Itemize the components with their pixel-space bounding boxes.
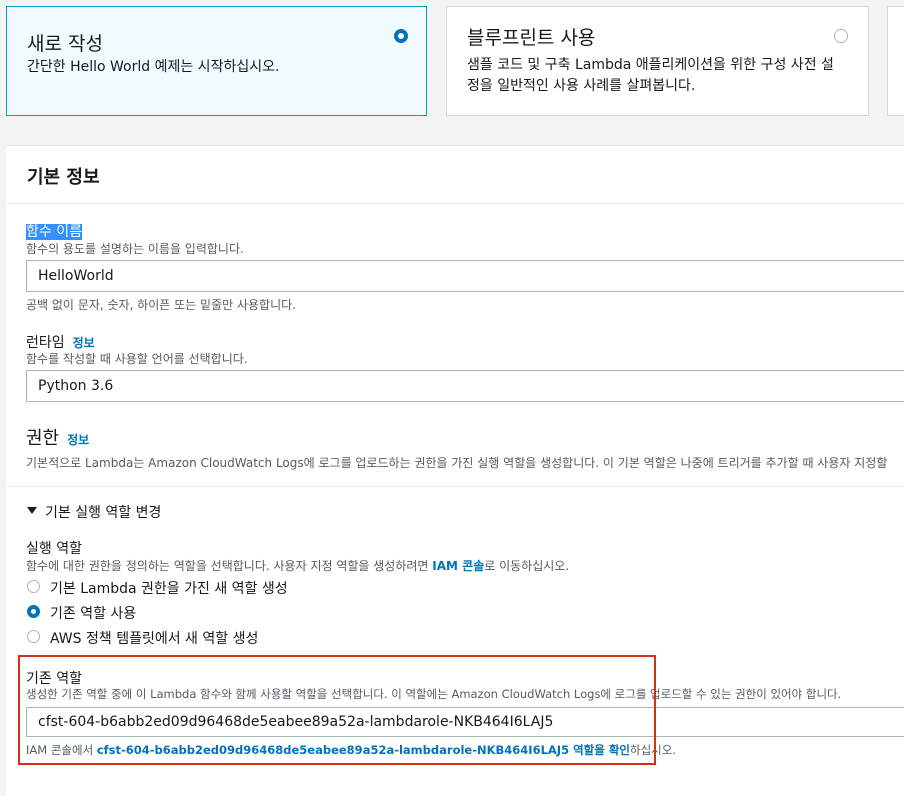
- permissions-label: 권한 정보: [26, 428, 90, 449]
- execution-role-label: 실행 역할: [26, 541, 82, 557]
- use-blueprint-desc: 샘플 코드 및 구축 Lambda 애플리케이션을 위한 구성 사전 설 정을 …: [467, 57, 834, 94]
- role-option-new-label[interactable]: 기본 Lambda 권한을 가진 새 역할 생성: [50, 578, 288, 598]
- change-default-role-toggle[interactable]: 기본 실행 역할 변경: [45, 502, 161, 522]
- expand-caret-icon[interactable]: [27, 507, 37, 514]
- function-name-desc: 함수의 용도를 설명하는 이름을 입력합니다.: [26, 242, 244, 256]
- author-from-scratch-desc: 간단한 Hello World 예제는 시작하십시오.: [27, 59, 280, 75]
- permissions-info-link[interactable]: 정보: [67, 433, 89, 447]
- iam-console-link[interactable]: IAM 콘솔: [432, 559, 484, 573]
- annotation-highlight-box: [18, 655, 656, 765]
- role-option-existing-radio[interactable]: [27, 605, 40, 618]
- role-option-new-radio[interactable]: [27, 580, 40, 593]
- use-blueprint-title: 블루프린트 사용: [467, 27, 596, 49]
- runtime-desc: 함수를 작성할 때 사용할 언어를 선택합니다.: [26, 352, 248, 366]
- section-title: 기본 정보: [27, 167, 100, 188]
- permissions-divider: [6, 486, 904, 487]
- role-option-template-radio[interactable]: [27, 630, 40, 643]
- panel-header: 기본 정보: [6, 146, 904, 204]
- execution-role-desc: 함수에 대한 권한을 정의하는 역할을 선택합니다. 사용자 지정 역할을 생성…: [26, 559, 570, 573]
- function-name-hint: 공백 없이 문자, 숫자, 하이픈 또는 밑줄만 사용합니다.: [26, 298, 296, 312]
- role-option-existing-label[interactable]: 기존 역할 사용: [50, 603, 136, 623]
- author-from-scratch-title: 새로 작성: [27, 33, 103, 55]
- runtime-select[interactable]: Python 3.6: [26, 370, 904, 402]
- author-from-scratch-card[interactable]: 새로 작성 간단한 Hello World 예제는 시작하십시오.: [6, 6, 427, 116]
- author-from-scratch-radio[interactable]: [394, 29, 408, 43]
- third-option-card-partial[interactable]: [887, 6, 904, 116]
- runtime-info-link[interactable]: 정보: [73, 336, 95, 350]
- role-option-template-label[interactable]: AWS 정책 템플릿에서 새 역할 생성: [50, 628, 258, 648]
- use-blueprint-card[interactable]: 블루프린트 사용 샘플 코드 및 구축 Lambda 애플리케이션을 위한 구성…: [446, 6, 869, 116]
- use-blueprint-radio[interactable]: [834, 29, 848, 43]
- runtime-label: 런타임 정보: [26, 335, 95, 351]
- permissions-desc: 기본적으로 Lambda는 Amazon CloudWatch Logs에 로그…: [26, 456, 888, 470]
- function-name-input[interactable]: HelloWorld: [26, 260, 904, 292]
- function-name-label: 함수 이름: [26, 224, 82, 240]
